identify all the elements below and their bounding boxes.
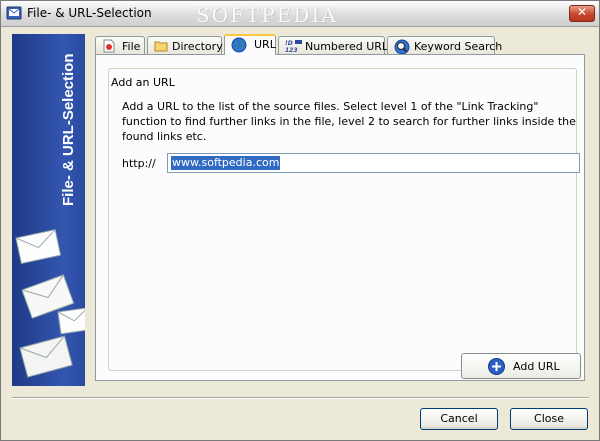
url-input[interactable]: www.softpedia.com bbox=[167, 153, 580, 173]
tab-keyword-search[interactable]: Keyword Search bbox=[387, 36, 502, 55]
add-url-button[interactable]: Add URL bbox=[461, 353, 581, 379]
close-icon: ✕ bbox=[576, 5, 588, 19]
window-close-button[interactable]: ✕ bbox=[569, 5, 595, 22]
svg-text:123: 123 bbox=[285, 47, 298, 53]
app-icon bbox=[6, 6, 22, 20]
tab-file[interactable]: File bbox=[95, 36, 145, 54]
dialog-window: File- & URL-Selection SOFTPEDIA ✕ File- … bbox=[0, 0, 600, 441]
description-text: Add a URL to the list of the source file… bbox=[122, 100, 576, 143]
cancel-button[interactable]: Cancel bbox=[420, 408, 498, 430]
tab-label: Keyword Search bbox=[414, 40, 503, 53]
http-prefix-label: http:// bbox=[122, 157, 156, 170]
url-input-value: www.softpedia.com bbox=[171, 156, 281, 170]
add-url-label: Add URL bbox=[513, 360, 560, 373]
globe-icon bbox=[231, 37, 247, 53]
group-title: Add an URL bbox=[110, 76, 176, 89]
folder-icon bbox=[154, 41, 168, 52]
numbered-urls-icon: !D 123 bbox=[285, 40, 302, 53]
tab-url[interactable]: URL bbox=[224, 34, 276, 55]
file-icon bbox=[103, 39, 115, 53]
svg-text:File- & URL-Selection: File- & URL-Selection bbox=[60, 53, 77, 206]
close-button[interactable]: Close bbox=[510, 408, 588, 430]
window-title: File- & URL-Selection bbox=[27, 6, 152, 20]
sidebar-banner: File- & URL-Selection bbox=[12, 34, 85, 386]
sidebar-title: File- & URL-Selection bbox=[60, 53, 77, 206]
tab-label: Numbered URLs bbox=[305, 40, 394, 53]
tab-label: Directory bbox=[172, 40, 223, 53]
tab-label: File bbox=[122, 40, 141, 53]
tab-directory[interactable]: Directory bbox=[147, 36, 223, 54]
footer-divider bbox=[12, 397, 589, 399]
keyword-search-icon bbox=[394, 39, 410, 55]
add-url-group: Add an URL Add a URL to the list of the … bbox=[108, 68, 581, 379]
watermark: SOFTPEDIA bbox=[196, 3, 338, 27]
url-tab-panel: Add an URL Add a URL to the list of the … bbox=[95, 54, 585, 381]
svg-text:!D: !D bbox=[285, 40, 293, 47]
envelopes-image bbox=[15, 229, 85, 378]
title-bar[interactable]: File- & URL-Selection SOFTPEDIA ✕ bbox=[1, 1, 599, 27]
tab-numbered-urls[interactable]: !D 123 Numbered URLs bbox=[278, 36, 394, 54]
tab-label: URL bbox=[254, 38, 276, 51]
add-icon bbox=[488, 358, 505, 375]
